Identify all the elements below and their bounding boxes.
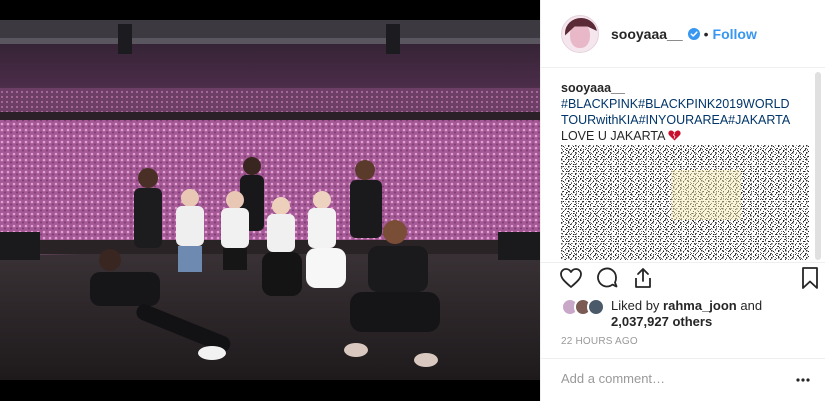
post-side-panel: sooyaaa__ • Follow sooyaaa__ #BLACKPINK#… bbox=[540, 0, 825, 401]
comments-scrollbar[interactable] bbox=[815, 72, 821, 260]
likes-connector: and bbox=[740, 298, 763, 313]
liker-avatar[interactable] bbox=[587, 298, 605, 316]
likes-text: Liked by rahma_joon and 2,037,927 others bbox=[611, 298, 762, 330]
follow-button[interactable]: Follow bbox=[713, 26, 757, 42]
post-photo[interactable] bbox=[0, 20, 540, 380]
photo-letterbox-top bbox=[0, 0, 540, 20]
post-photo-pane[interactable] bbox=[0, 0, 540, 401]
avatar[interactable] bbox=[561, 14, 599, 53]
post-caption: sooyaaa__ #BLACKPINK#BLACKPINK2019WORLDT… bbox=[561, 80, 791, 144]
caption-love-text: LOVE U JAKARTA bbox=[561, 129, 666, 143]
likes-count[interactable]: 2,037,927 others bbox=[611, 314, 712, 329]
broken-heart-emoji bbox=[668, 130, 682, 141]
caption-username[interactable]: sooyaaa__ bbox=[561, 80, 791, 96]
header-username[interactable]: sooyaaa__ bbox=[611, 26, 683, 42]
heart-outline-icon[interactable] bbox=[559, 266, 583, 290]
likes-summary: Liked by rahma_joon and 2,037,927 others bbox=[561, 296, 811, 336]
caption-hashtags[interactable]: #BLACKPINK#BLACKPINK2019WORLDTOURwithKIA… bbox=[561, 96, 791, 128]
redacted-comments-area bbox=[561, 145, 809, 260]
bookmark-icon[interactable] bbox=[798, 266, 822, 290]
post-header: sooyaaa__ • Follow bbox=[541, 0, 825, 68]
post-timestamp[interactable]: 22 HOURS AGO bbox=[561, 336, 638, 347]
liker-username[interactable]: rahma_joon bbox=[663, 298, 737, 313]
comment-bubble-icon[interactable] bbox=[595, 266, 619, 290]
more-options-icon[interactable] bbox=[795, 372, 811, 388]
likes-prefix: Liked by bbox=[611, 298, 660, 313]
share-icon[interactable] bbox=[631, 266, 655, 290]
verified-badge-icon bbox=[687, 27, 700, 40]
comment-input[interactable] bbox=[561, 364, 781, 392]
post-actions-bar bbox=[541, 262, 825, 294]
caption-text-line: LOVE U JAKARTA bbox=[561, 128, 791, 144]
photo-letterbox-bottom bbox=[0, 380, 540, 401]
header-separator: • bbox=[703, 25, 709, 42]
